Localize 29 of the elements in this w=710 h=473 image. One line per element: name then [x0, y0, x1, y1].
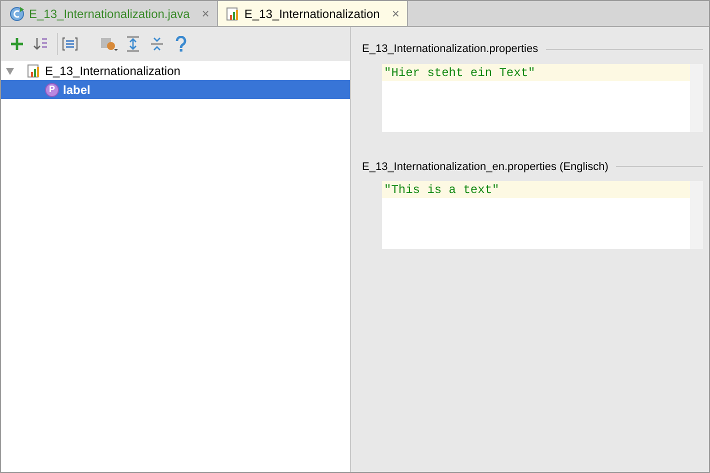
sort-icon[interactable] [33, 36, 49, 52]
tree-item[interactable]: E_13_Internationalization [1, 61, 350, 80]
tree-item-label: E_13_Internationalization [45, 62, 180, 80]
value-editor[interactable]: "Hier steht ein Text" [382, 64, 690, 132]
close-icon[interactable]: × [202, 4, 210, 24]
tree-item-label: label [63, 82, 90, 98]
tree-item[interactable]: P label [1, 80, 350, 99]
tab-label: E_13_Internationalization [244, 6, 380, 22]
settings-icon[interactable] [100, 36, 118, 52]
class-icon [9, 6, 25, 22]
value-editor[interactable]: "This is a text" [382, 181, 690, 249]
expand-all-icon[interactable] [126, 36, 140, 52]
group-icon[interactable] [62, 37, 78, 51]
scrollbar[interactable] [690, 64, 703, 132]
value-text: "This is a text" [382, 181, 690, 198]
plus-icon[interactable] [10, 37, 24, 51]
property-icon: P [45, 82, 59, 96]
scrollbar[interactable] [690, 181, 703, 249]
bundle-icon [226, 6, 240, 20]
expand-arrow-icon[interactable] [5, 66, 15, 76]
help-icon[interactable] [175, 36, 187, 52]
collapse-all-icon[interactable] [150, 36, 164, 52]
editor-title: E_13_Internationalization_en.properties (Englisch) [362, 160, 608, 174]
value-text: "Hier steht ein Text" [382, 64, 690, 80]
editor-tab[interactable]: E_13_Internationalization × [218, 1, 408, 26]
close-icon[interactable]: × [392, 4, 400, 24]
tab-label: E_13_Internationalization.java [29, 6, 190, 22]
editor-title: E_13_Internationalization.properties [362, 42, 538, 57]
bundle-icon [27, 64, 41, 78]
